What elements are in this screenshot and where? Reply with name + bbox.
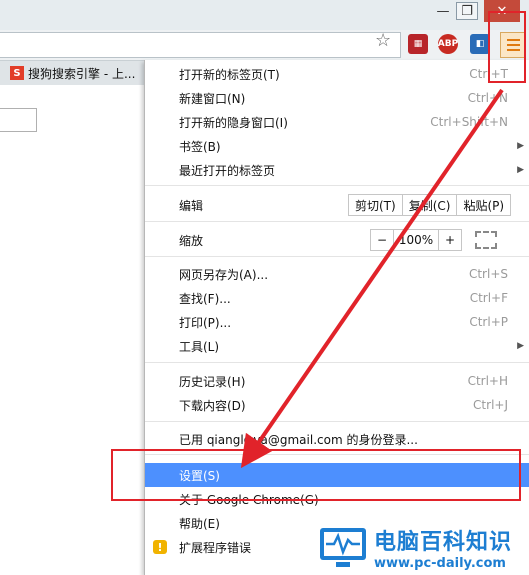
annotation-arrow: [240, 88, 504, 469]
watermark: 电脑百科知识 www.pc-daily.com: [318, 520, 529, 575]
monitor-logo-icon: [318, 526, 368, 570]
watermark-title: 电脑百科知识: [374, 530, 513, 555]
watermark-url: www.pc-daily.com: [374, 556, 506, 571]
